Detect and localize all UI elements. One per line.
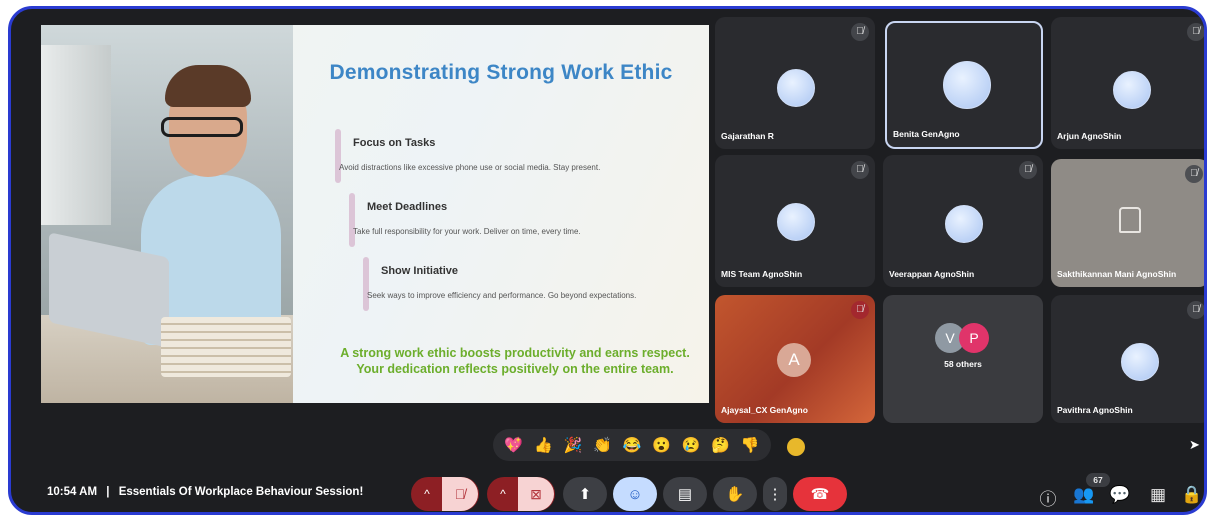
avatar	[777, 203, 815, 241]
participant-tile-others[interactable]: V P 58 others	[883, 295, 1043, 423]
present-screen-button[interactable]: ⬆	[563, 477, 607, 511]
avatar-initial: A	[777, 343, 811, 377]
reaction-heart-icon[interactable]: 💖	[504, 436, 523, 454]
present-icon: ⬆	[578, 486, 592, 503]
participant-tile-pavithra[interactable]: 🎙̸ Pavithra AgnoShin	[1051, 295, 1204, 423]
mic-off-icon: 🎙̸	[851, 161, 869, 179]
photo-person-hair	[165, 65, 251, 107]
chat-icon: 💬	[1109, 485, 1131, 504]
photo-shelf	[41, 45, 111, 225]
participant-tile-benita[interactable]: Benita GenAgno	[885, 21, 1043, 149]
user-icon	[1119, 207, 1141, 233]
mic-off-icon: 🎙̸	[1019, 161, 1037, 179]
chat-button[interactable]: 💬	[1109, 485, 1131, 505]
reaction-sad-icon[interactable]: 😢	[682, 436, 701, 454]
meeting-window: Demonstrating Strong Work Ethic Focus on…	[8, 6, 1207, 515]
avatar-initial: P	[959, 323, 989, 353]
hand-icon: ✋	[725, 486, 745, 503]
camera-options-chevron-icon[interactable]: ^	[488, 487, 518, 501]
slide-title: Demonstrating Strong Work Ethic	[329, 61, 673, 84]
avatar	[1113, 71, 1151, 109]
mic-off-icon: 🎙̸	[1185, 165, 1203, 183]
reaction-surprised-icon[interactable]: 😮	[652, 436, 671, 454]
skin-tone-selector[interactable]	[787, 438, 805, 456]
mic-off-icon: 🎙̸	[851, 23, 869, 41]
meeting-time: 10:54 AM	[47, 486, 98, 498]
camera-control: ^ ⊠	[487, 477, 555, 511]
camera-off-button[interactable]: ⊠	[518, 477, 554, 511]
activities-button[interactable]: ▦	[1147, 485, 1169, 505]
reaction-clap-icon[interactable]: 👏	[593, 436, 612, 454]
raise-hand-button[interactable]: ✋	[713, 477, 757, 511]
participant-tile-mis-team[interactable]: 🎙̸ MIS Team AgnoShin	[715, 155, 875, 287]
reaction-thinking-icon[interactable]: 🤔	[711, 436, 730, 454]
meeting-separator: |	[106, 486, 110, 498]
slide-footer: A strong work ethic boosts productivity …	[340, 346, 690, 376]
avatar	[943, 61, 991, 109]
slide-point-desc: Avoid distractions like excessive phone …	[339, 163, 601, 172]
slide-point-title: Meet Deadlines	[367, 201, 448, 213]
host-controls-button[interactable]: 🔒	[1181, 485, 1203, 505]
mic-control: ^ 🎙̸	[411, 477, 479, 511]
meeting-details-button[interactable]: ⓘ	[1037, 485, 1059, 510]
mouse-cursor-icon: ➤	[1189, 437, 1200, 452]
apps-grid-icon: ▦	[1149, 485, 1167, 504]
participant-tile-ajaysal[interactable]: A 🎙̸ Ajaysal_CX GenAgno	[715, 295, 875, 423]
more-vert-icon: ⋮	[767, 486, 783, 503]
info-icon: ⓘ	[1039, 490, 1057, 509]
mic-off-icon: 🎙̸	[1187, 23, 1204, 41]
people-icon: 👥	[1073, 485, 1095, 504]
participant-tile-veerappan[interactable]: 🎙̸ Veerappan AgnoShin	[883, 155, 1043, 287]
mic-options-chevron-icon[interactable]: ^	[412, 487, 442, 501]
slide-photo	[41, 25, 293, 403]
meeting-info: 10:54 AM | Essentials Of Workplace Behav…	[47, 486, 363, 498]
emoji-reactions-button[interactable]: ☺	[613, 477, 657, 511]
lock-person-icon: 🔒	[1181, 485, 1203, 504]
mic-off-icon: 🎙̸	[851, 301, 869, 319]
participant-tile-gajarathan[interactable]: 🎙̸ Gajarathan R	[715, 17, 875, 149]
avatar	[945, 205, 983, 243]
others-count: 58 others	[944, 359, 982, 369]
people-button[interactable]: 👥	[1073, 485, 1095, 505]
reaction-party-icon[interactable]: 🎉	[564, 436, 583, 454]
reaction-laugh-icon[interactable]: 😂	[623, 436, 642, 454]
hangup-icon: ☎	[810, 486, 830, 503]
participant-tile-sakthikannan[interactable]: 🎙̸ Sakthikannan Mani AgnoShin	[1051, 159, 1204, 287]
slide-point-desc: Seek ways to improve efficiency and perf…	[367, 291, 637, 300]
slide-point-title: Focus on Tasks	[353, 137, 436, 149]
captions-button[interactable]: ▤	[663, 477, 707, 511]
slide-point-desc: Take full responsibility for your work. …	[353, 227, 581, 236]
mic-off-button[interactable]: 🎙̸	[442, 477, 478, 511]
slide-point-title: Show Initiative	[381, 265, 459, 277]
avatar	[777, 69, 815, 107]
mic-off-icon: 🎙̸	[1187, 301, 1204, 319]
leave-call-button[interactable]: ☎	[793, 477, 847, 511]
photo-papers	[161, 317, 291, 377]
reaction-thumbs-down-icon[interactable]: 👎	[741, 436, 760, 454]
avatar	[1121, 343, 1159, 381]
photo-glasses	[161, 117, 243, 137]
more-options-button[interactable]: ⋮	[763, 477, 787, 511]
captions-icon: ▤	[677, 486, 693, 503]
meeting-title: Essentials Of Workplace Behaviour Sessio…	[118, 486, 364, 498]
participant-tile-arjun[interactable]: 🎙̸ Arjun AgnoShin	[1051, 17, 1204, 149]
reactions-bar: 💖 👍 🎉 👏 😂 😮 😢 🤔 👎	[493, 429, 771, 461]
reaction-thumbs-up-icon[interactable]: 👍	[534, 436, 553, 454]
emoji-icon: ☺	[627, 485, 643, 503]
shared-presentation: Demonstrating Strong Work Ethic Focus on…	[41, 25, 709, 403]
